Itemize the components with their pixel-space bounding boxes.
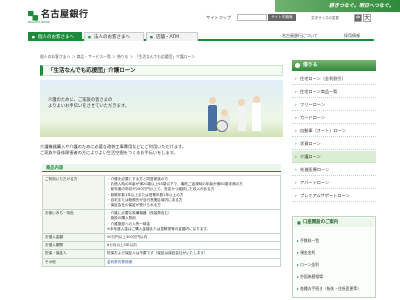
sidebar-item-housing-loan-list[interactable]: 住宅ローン商品一覧 <box>292 86 376 98</box>
row-value: 担保および保証人は不要です（保証は保証会社がいたします） <box>104 249 281 259</box>
logo-subtitle: NAGOYA BANK <box>28 20 50 24</box>
row-label: 担保・保証人 <box>42 249 105 259</box>
intro-line: ご家族や身体障害者の方によりよい生活空間をつくるお手伝いをします。 <box>40 150 178 155</box>
procedures-link[interactable]: 各種お手続き（紛失・住所変更等） <box>297 286 361 292</box>
row-label: お借入金額 <box>42 233 105 243</box>
table-row: ご利用いただける方 介護を必要とする方と同居家族の方 お借入時の年齢が満20歳以… <box>42 174 281 211</box>
row-text: 50万円以上300万円以内 <box>107 235 148 240</box>
loan-rates-link[interactable]: ローン金利 <box>297 262 319 268</box>
sidebar-heading-label: 借りる <box>303 63 318 68</box>
about-bank-link[interactable]: 名古屋銀行について <box>282 33 318 38</box>
font-size-medium-button[interactable]: 中 <box>354 14 362 22</box>
row-value: 金利条件等詳細 <box>104 257 281 267</box>
deposit-rates-link[interactable]: 預金金利 <box>297 250 315 256</box>
sitemap-link[interactable]: サイトマップ <box>206 15 231 20</box>
intro-text: 介護機器購入や介護のために必要な改装工事費用などにご利用いただけます。 ご家族や… <box>40 144 283 156</box>
hero-image: 介護のために、ご家族の皆さまの よりよいお手伝いをさせていただきます。 <box>40 80 283 137</box>
hero-person <box>238 107 246 131</box>
font-size-label: 文字サイズの変更 <box>311 16 339 20</box>
sidebar-item-premium-support-loan[interactable]: プレミアムサポートローン <box>292 190 376 202</box>
row-text: 担保および保証人は不要です（保証は保証会社がいたします） <box>107 251 208 256</box>
table-row: お借入期間 6カ月以上5年以内 <box>42 241 281 251</box>
row-label: お使いみち・特色 <box>42 209 105 235</box>
row-label: お借入期間 <box>42 241 105 251</box>
sidebar-item-free-loan[interactable]: フリーローン <box>292 99 376 111</box>
fx-rates-link[interactable]: 外国為替相場 <box>297 274 323 280</box>
tab-branch-atm[interactable]: 店舗・ATM <box>146 32 198 42</box>
table-row: 担保・保証人 担保および保証人は不要です（保証は保証会社がいたします） <box>42 249 281 259</box>
row-value: 6カ月以上5年以内 <box>104 241 281 251</box>
sidebar-heading: 借りる <box>292 60 376 71</box>
tab-personal[interactable]: 個人のお客さまへ <box>28 32 82 42</box>
row-label: その他 <box>42 257 105 267</box>
hero-person-head <box>253 96 260 103</box>
hero-copy-line: よりよいお手伝いをさせていただきます。 <box>48 104 130 109</box>
account-opening-box: 口座開設のご案内 手数料一覧 預金金利 ローン金利 外国為替相場 各種お手続き（… <box>292 216 376 298</box>
site-search-input[interactable] <box>237 14 267 21</box>
row-value: 50万円以上300万円以内 <box>104 233 281 243</box>
section-title: 商品内容 <box>46 165 64 171</box>
table-row: その他 金利条件等詳細 <box>42 257 281 267</box>
table-row: お使いみち・特色 介護に必要な設備機器（改装費含む） 施設の購入費用 介護施設へ… <box>42 209 281 235</box>
careers-link[interactable]: 採用情報 <box>344 33 360 38</box>
sidebar-item-education-loan[interactable]: 学資ローン <box>292 138 376 150</box>
sidebar-item-medical-loan[interactable]: 先進医療ローン <box>292 164 376 176</box>
row-note: ※本年度入金はご購入金額または見積書等の金額内になります。 <box>107 226 211 231</box>
table-row: お借入金額 50万円以上300万円以内 <box>42 233 281 243</box>
site-search-button[interactable]: サイト内検索 <box>268 14 296 21</box>
header-banner: 耕きつなぐ。明日へつなぐ。 <box>275 0 400 12</box>
breadcrumb[interactable]: 個人のお客さまへ ＞ 商品・サービス一覧 ＞ 借りる ＞ 「生活なんでも応援団」… <box>40 54 195 60</box>
page-title: 「生活なんでも応援団」介護ローン <box>48 68 136 74</box>
sidebar-item-care-loan[interactable]: 介護ローン <box>292 151 376 163</box>
list-item: 保証会社の保証が受けられる方 <box>107 203 278 208</box>
fees-link[interactable]: 手数料一覧 <box>297 238 319 244</box>
banner-text: 耕きつなぐ。明日へつなぐ。 <box>328 3 394 9</box>
wheelchair-wheel <box>216 120 228 132</box>
row-label: ご利用いただける方 <box>42 174 105 211</box>
row-text: 6カ月以上5年以内 <box>107 243 137 248</box>
section-heading: 商品内容 <box>42 164 281 172</box>
borrow-icon <box>295 63 300 68</box>
account-opening-heading[interactable]: 口座開設のご案内 <box>294 218 374 227</box>
product-details-table: ご利用いただける方 介護を必要とする方と同居家族の方 お借入時の年齢が満20歳以… <box>42 174 281 267</box>
sidebar-item-housing-loan-discount[interactable]: 住宅ローン（金利割引） <box>292 73 376 85</box>
hero-person-head <box>238 99 245 106</box>
row-value: 介護に必要な設備機器（改装費含む） 施設の購入費用 介護施設への入所一時金 ※本… <box>104 209 281 235</box>
global-nav: 個人のお客さまへ 法人のお客さまへ 店舗・ATM 名古屋銀行について 採用情報 <box>28 32 374 42</box>
row-value: 介護を必要とする方と同居家族の方 お借入時の年齢が満20歳以上65歳以下で、最終… <box>104 174 281 211</box>
sidebar-item-apartment-loan[interactable]: アパートローン <box>292 177 376 189</box>
header: 耕きつなぐ。明日へつなぐ。 名古屋銀行 NAGOYA BANK サイトマップ サ… <box>0 0 400 32</box>
sidebar-item-auto-loan[interactable]: 自動車（オート）ローン <box>292 125 376 137</box>
details-link[interactable]: 金利条件等詳細 <box>107 260 278 265</box>
font-size-large-button[interactable]: 大 <box>363 14 371 22</box>
sidebar-item-card-loan[interactable]: カードローン <box>292 112 376 124</box>
hero-person-head <box>221 109 228 116</box>
hero-copy: 介護のために、ご家族の皆さまの よりよいお手伝いをさせていただきます。 <box>48 98 129 110</box>
tab-corporate[interactable]: 法人のお客さまへ <box>84 32 144 42</box>
page-title-bar: 「生活なんでも応援団」介護ローン <box>40 65 283 76</box>
hero-person-head <box>209 97 216 104</box>
hero-person <box>252 103 261 131</box>
